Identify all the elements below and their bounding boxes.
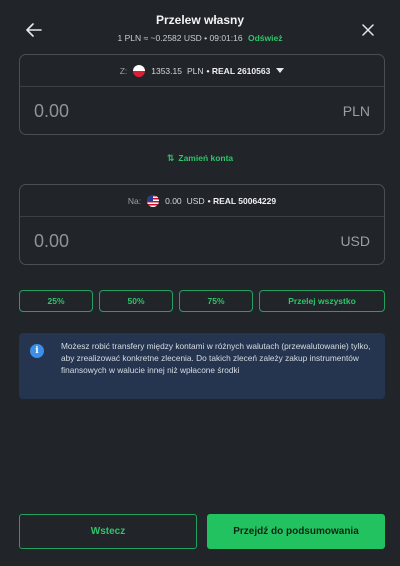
- swap-accounts-button[interactable]: ⇅ Zamień konta: [0, 153, 400, 164]
- to-currency: USD: [340, 233, 370, 249]
- poland-flag-icon: [133, 64, 146, 77]
- swap-icon: ⇅: [166, 153, 175, 163]
- back-button[interactable]: Wstecz: [19, 514, 197, 549]
- from-label: Z:: [119, 65, 128, 76]
- go-to-summary-button[interactable]: Przejdź do podsumowania: [207, 514, 385, 549]
- to-amount-row: USD: [20, 217, 384, 265]
- to-currency-code: USD: [186, 195, 205, 206]
- chevron-down-icon[interactable]: [276, 68, 285, 73]
- close-icon: [362, 24, 374, 36]
- exchange-rate-text: 1 PLN ≈ ~0.2582 USD • 09:01:16: [117, 33, 243, 43]
- to-balance: 0.00: [165, 195, 182, 206]
- modal-header: Przelew własny 1 PLN ≈ ~0.2582 USD • 09:…: [0, 0, 400, 54]
- from-account-selector[interactable]: Z: 1353.15 PLN • REAL 2610563: [20, 55, 384, 87]
- swap-label: Zamień konta: [178, 153, 234, 163]
- info-box: i Możesz robić transfery między kontami …: [19, 333, 385, 399]
- to-label: Na:: [127, 195, 142, 206]
- from-currency: PLN: [342, 103, 370, 119]
- from-amount-row: PLN: [20, 87, 384, 135]
- quick-50-button[interactable]: 50%: [99, 290, 173, 312]
- exchange-rate-line: 1 PLN ≈ ~0.2582 USD • 09:01:16 Odśwież: [0, 33, 400, 43]
- to-account-box: Na: 0.00 USD • REAL 50064229 USD: [19, 184, 385, 265]
- from-account-box: Z: 1353.15 PLN • REAL 2610563 PLN: [19, 54, 385, 135]
- quick-75-button[interactable]: 75%: [179, 290, 253, 312]
- from-amount-input[interactable]: [34, 100, 234, 122]
- to-account-selector[interactable]: Na: 0.00 USD • REAL 50064229: [20, 185, 384, 217]
- refresh-link[interactable]: Odśwież: [248, 33, 282, 43]
- modal-title: Przelew własny: [155, 13, 245, 27]
- to-account-name: • REAL 50064229: [207, 195, 277, 206]
- usa-flag-icon: [147, 194, 160, 207]
- to-amount-input[interactable]: [34, 230, 234, 252]
- from-account-name: • REAL 2610563: [206, 65, 271, 76]
- transfer-all-button[interactable]: Przelej wszystko: [259, 290, 385, 312]
- info-text: Możesz robić transfery między kontami w …: [61, 341, 371, 375]
- from-balance: 1353.15: [151, 65, 182, 76]
- quick-25-button[interactable]: 25%: [19, 290, 93, 312]
- info-icon: i: [30, 344, 44, 358]
- close-button[interactable]: [354, 16, 382, 44]
- from-currency-code: PLN: [186, 65, 204, 76]
